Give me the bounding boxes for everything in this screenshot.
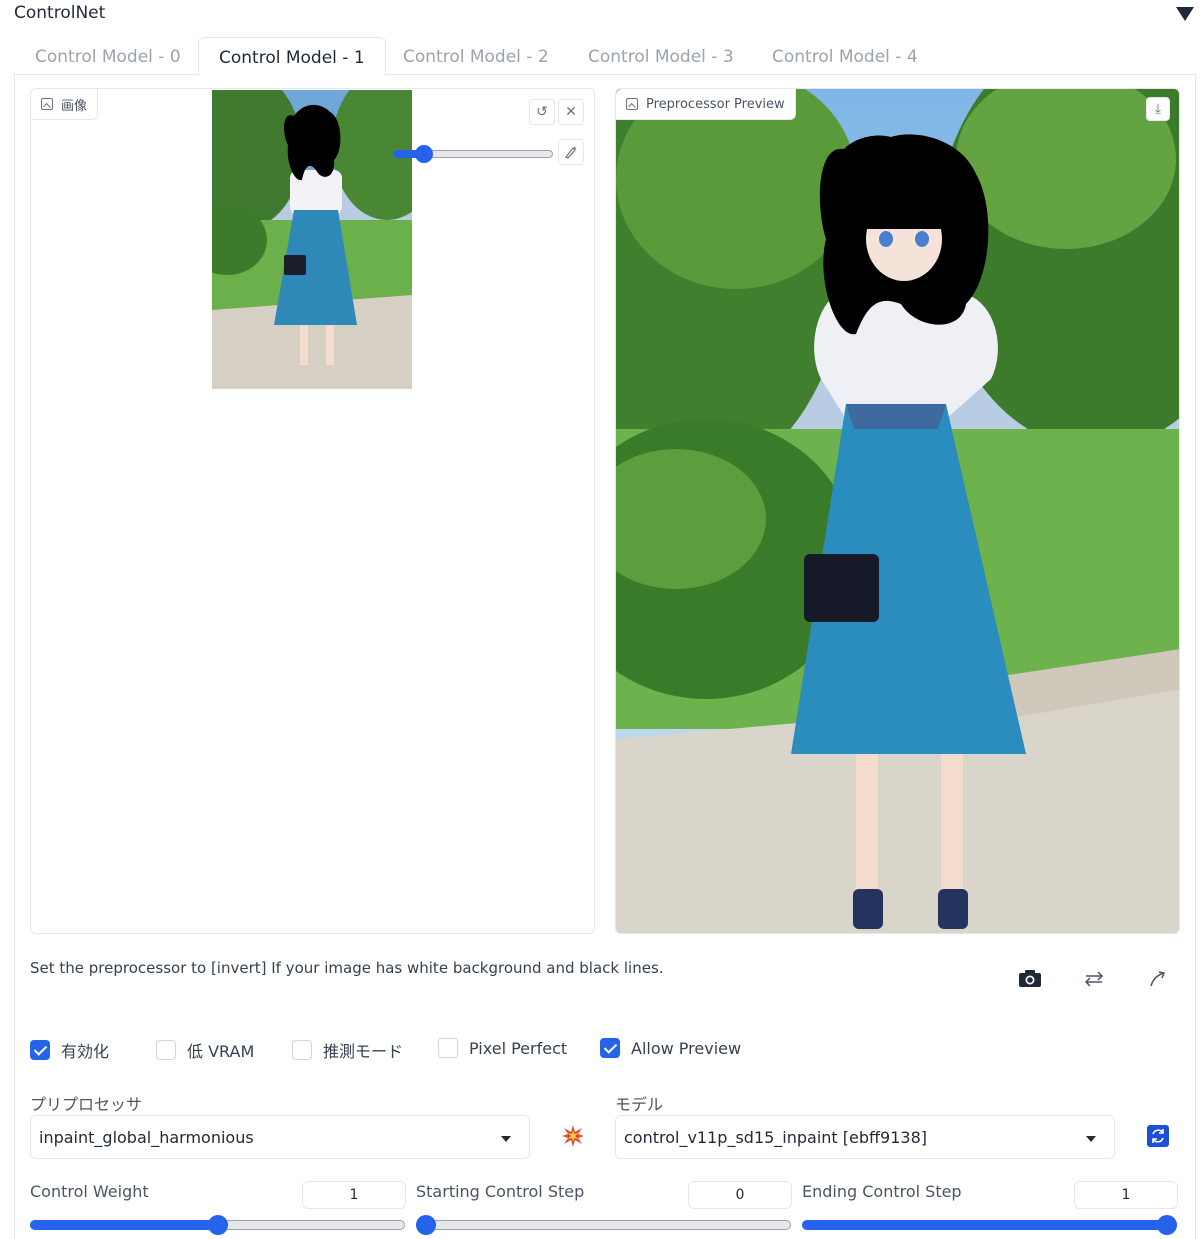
starting-control-step-slider[interactable] [416,1215,791,1235]
guess-mode-checkbox-label: 推測モード [323,1042,404,1061]
input-image-thumbnail[interactable] [212,90,412,389]
enable-checkbox[interactable]: 有効化 [30,1038,109,1062]
undo-icon[interactable]: ↺ [529,99,555,125]
download-icon[interactable]: ⤓ [1146,97,1170,121]
tab-control-model-2[interactable]: Control Model - 2 [383,37,569,75]
tab-control-model-3[interactable]: Control Model - 3 [568,37,754,75]
brush-icon[interactable] [558,139,584,165]
collapse-triangle-icon[interactable] [1176,7,1194,21]
image-label-text: 画像 [61,98,88,114]
close-icon[interactable]: ✕ [558,99,584,125]
tab-bar: Control Model - 0 Control Model - 1 Cont… [14,37,1196,76]
preview-label: Preprocessor Preview [616,89,796,120]
image-icon [41,98,53,110]
brush-size-slider[interactable] [393,145,553,163]
low-vram-checkbox-box[interactable] [156,1040,176,1060]
chevron-down-icon [1086,1136,1096,1142]
pixel-perfect-checkbox-box[interactable] [438,1038,458,1058]
image-upload-box[interactable]: 画像 ↺ ✕ [30,88,595,934]
brush-size-knob[interactable] [415,145,433,163]
run-preprocessor-explosion-icon[interactable] [551,1117,595,1155]
model-value: control_v11p_sd15_inpaint [ebff9138] [624,1127,928,1147]
model-dropdown[interactable]: control_v11p_sd15_inpaint [ebff9138] [615,1115,1115,1159]
allow-preview-checkbox-label: Allow Preview [631,1038,742,1058]
tab-control-model-1[interactable]: Control Model - 1 [198,37,386,76]
guess-mode-checkbox[interactable]: 推測モード [292,1038,403,1062]
swap-arrows-icon[interactable] [1072,960,1116,998]
enable-checkbox-label: 有効化 [61,1042,110,1061]
send-dimensions-icon[interactable] [1136,960,1180,998]
ending-control-step-knob[interactable] [1157,1215,1177,1235]
camera-icon[interactable] [1008,960,1052,998]
preprocessor-preview-box: Preprocessor Preview ⤓ [615,88,1180,934]
ending-control-step-slider[interactable] [802,1215,1177,1235]
tab-control-model-0[interactable]: Control Model - 0 [15,37,201,75]
preprocessor-dropdown[interactable]: inpaint_global_harmonious [30,1115,530,1159]
control-weight-knob[interactable] [207,1215,228,1235]
guess-mode-checkbox-box[interactable] [292,1040,312,1060]
preprocessor-hint: Set the preprocessor to [invert] If your… [30,959,664,977]
control-weight-slider[interactable] [30,1215,405,1235]
control-weight-label: Control Weight [30,1182,149,1201]
ending-control-step-label: Ending Control Step [802,1182,962,1201]
preprocessor-label: プリプロセッサ [30,1095,143,1114]
tab-control-model-4[interactable]: Control Model - 4 [752,37,938,75]
input-image-illustration [212,90,412,389]
preview-label-text: Preprocessor Preview [646,96,785,112]
model-label: モデル [615,1095,664,1114]
chevron-down-icon [501,1136,511,1142]
image-label: 画像 [31,89,99,120]
preprocessor-preview-image [616,89,1179,933]
preprocessor-value: inpaint_global_harmonious [39,1127,254,1147]
allow-preview-checkbox[interactable]: Allow Preview [600,1038,741,1058]
pixel-perfect-checkbox[interactable]: Pixel Perfect [438,1038,567,1058]
starting-control-step-label: Starting Control Step [416,1182,585,1201]
low-vram-checkbox[interactable]: 低 VRAM [156,1038,254,1062]
refresh-models-icon[interactable] [1136,1117,1180,1155]
allow-preview-checkbox-box[interactable] [600,1038,620,1058]
ending-control-step-input[interactable]: 1 [1074,1181,1178,1209]
control-weight-input[interactable]: 1 [302,1181,406,1209]
starting-control-step-knob[interactable] [416,1215,436,1235]
starting-control-step-input[interactable]: 0 [688,1181,792,1209]
pixel-perfect-checkbox-label: Pixel Perfect [469,1038,568,1058]
image-icon [626,98,638,110]
low-vram-checkbox-label: 低 VRAM [187,1042,255,1061]
accordion-title: ControlNet [14,3,106,23]
enable-checkbox-box[interactable] [30,1040,50,1060]
